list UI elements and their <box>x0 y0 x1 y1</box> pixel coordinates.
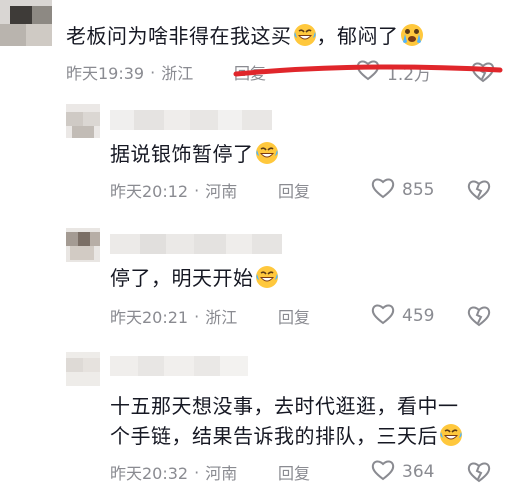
comment-location: 浙江 <box>205 308 238 327</box>
reply-button[interactable]: 回复 <box>278 178 310 202</box>
username-mosaic <box>110 110 272 130</box>
comment-text: 停了，明天开始 <box>110 264 279 292</box>
rofl-emoji-icon <box>293 23 317 47</box>
rofl-emoji-icon <box>255 141 279 165</box>
comment-meta: 昨天20:32 · 河南 <box>110 460 237 484</box>
comment-time: 昨天20:21 <box>110 308 189 327</box>
comment-text-part: 停了，明天开始 <box>110 266 254 290</box>
reply-button[interactable]: 回复 <box>234 60 266 84</box>
rofl-emoji-icon <box>439 423 463 447</box>
comment-text-line: 个手链，结果告诉我的排队，三天后 <box>110 422 463 450</box>
reply-button[interactable]: 回复 <box>278 304 310 328</box>
broken-heart-icon <box>466 177 492 203</box>
heart-outline-icon <box>370 457 402 488</box>
comment-meta: 昨天20:12 · 河南 <box>110 178 237 202</box>
username-mosaic <box>110 356 248 376</box>
like-button[interactable]: 459 <box>370 304 434 328</box>
dislike-button[interactable] <box>466 303 492 329</box>
comment-time: 昨天20:32 <box>110 464 189 483</box>
separator-dot: · <box>194 180 200 200</box>
separator-dot: · <box>194 306 200 326</box>
like-button[interactable]: 855 <box>370 178 434 202</box>
broken-heart-icon <box>466 459 492 485</box>
like-button[interactable]: 364 <box>370 460 434 484</box>
dislike-button[interactable] <box>466 177 492 203</box>
red-annotation-underline <box>233 64 503 77</box>
comment-location: 浙江 <box>161 64 194 83</box>
tears-emoji-icon <box>400 23 424 47</box>
like-count: 459 <box>402 306 435 326</box>
comment-text-line: 十五那天想没事，去时代逛逛，看中一 <box>110 392 459 420</box>
comment-text: 老板问为啥非得在我这买 ，郁闷了 <box>66 22 424 50</box>
broken-heart-icon <box>470 59 496 85</box>
reply-label: 回复 <box>278 182 311 201</box>
reply-label: 回复 <box>278 464 311 483</box>
reply-label: 回复 <box>278 308 311 327</box>
separator-dot: · <box>194 462 200 482</box>
comment-time: 昨天19:39 <box>66 64 145 83</box>
comment-text-part: 个手链，结果告诉我的排队，三天后 <box>110 424 438 448</box>
rofl-emoji-icon <box>255 265 279 289</box>
like-count: 1.2万 <box>387 64 432 85</box>
broken-heart-icon <box>466 303 492 329</box>
dislike-button[interactable] <box>466 459 492 485</box>
like-count: 855 <box>402 180 435 200</box>
comment-text-part: ，郁闷了 <box>316 24 399 48</box>
avatar[interactable] <box>0 0 52 46</box>
comment-time: 昨天20:12 <box>110 182 189 201</box>
reply-label: 回复 <box>234 64 267 83</box>
comment-meta: 昨天19:39 · 浙江 <box>66 60 193 84</box>
dislike-button[interactable] <box>470 59 496 85</box>
avatar[interactable] <box>66 228 100 262</box>
separator-dot: · <box>150 62 156 82</box>
comment-text-part: 十五那天想没事，去时代逛逛，看中一 <box>110 394 459 418</box>
comment-location: 河南 <box>205 182 238 201</box>
avatar[interactable] <box>66 352 100 386</box>
comment-location: 河南 <box>205 464 238 483</box>
like-count: 364 <box>402 462 435 482</box>
comment-text-part: 老板问为啥非得在我这买 <box>66 24 292 48</box>
like-button[interactable]: 1.2万 <box>355 60 432 85</box>
comment-text: 据说银饰暂停了 <box>110 140 279 168</box>
heart-outline-icon <box>370 175 402 206</box>
heart-outline-icon <box>355 57 387 88</box>
comment-text-part: 据说银饰暂停了 <box>110 142 254 166</box>
username-mosaic <box>110 234 282 254</box>
reply-button[interactable]: 回复 <box>278 460 310 484</box>
comment-meta: 昨天20:21 · 浙江 <box>110 304 237 328</box>
heart-outline-icon <box>370 301 402 332</box>
avatar[interactable] <box>66 104 100 138</box>
